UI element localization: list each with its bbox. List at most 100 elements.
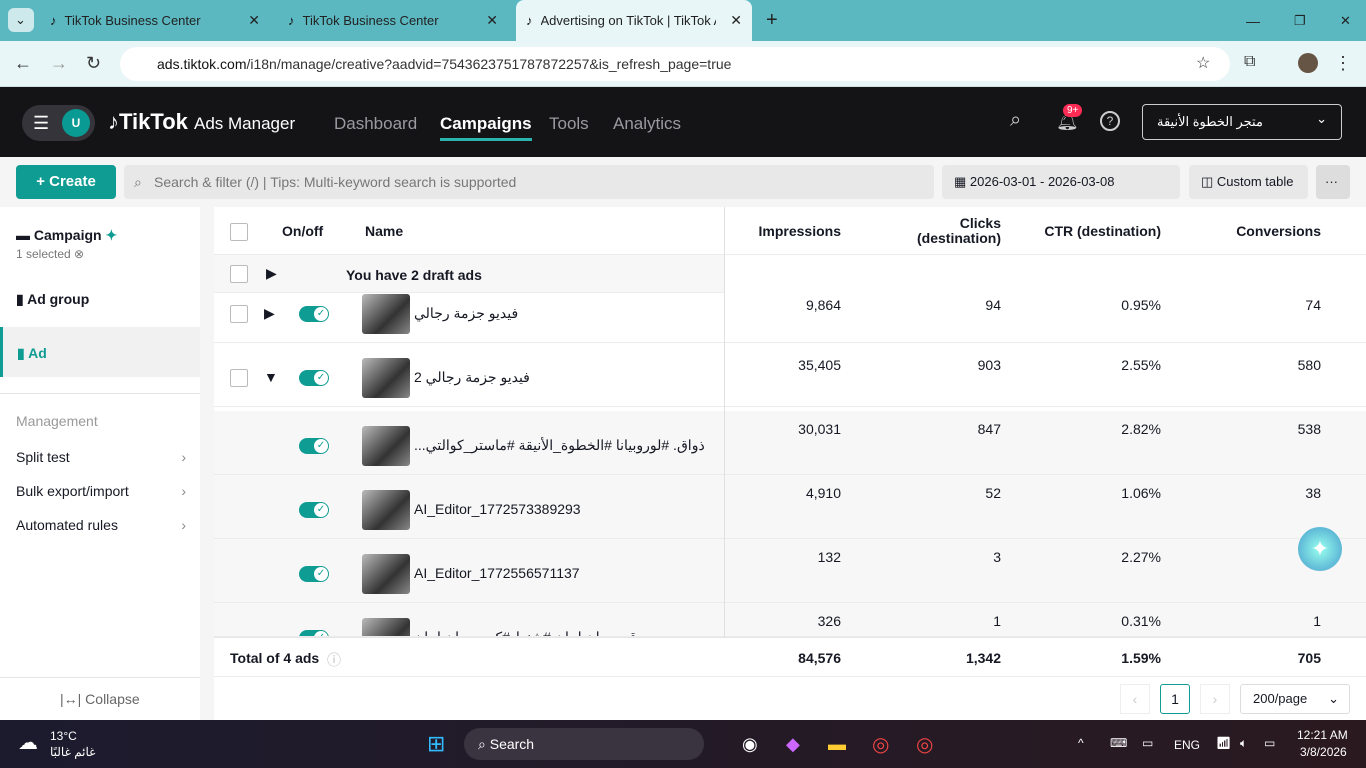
ad-name[interactable]: AI_Editor_1772573389293 <box>414 501 714 517</box>
ad-status-toggle[interactable] <box>299 438 329 454</box>
table-row[interactable]: ...ذواق. #لوروبيانا #الخطوة_الأنيقة #ماس… <box>214 411 1366 475</box>
tab-search-button[interactable]: ⌄ <box>8 8 34 32</box>
forward-icon[interactable]: → <box>50 53 68 74</box>
ad-status-toggle[interactable] <box>299 306 329 322</box>
ad-thumbnail[interactable] <box>362 358 410 398</box>
ad-name[interactable]: AI_Editor_1772556571137 <box>414 565 714 581</box>
keyboard-icon[interactable]: ⌨ <box>1110 736 1127 750</box>
wifi-icon[interactable]: 📶︎ <box>1216 736 1231 750</box>
ad-thumbnail[interactable] <box>362 426 410 466</box>
close-window-button[interactable]: ✕ <box>1330 6 1361 35</box>
column-clicks[interactable]: Clicks (destination) <box>904 216 1001 246</box>
chrome-icon[interactable]: ◎ <box>872 732 889 757</box>
ad-thumbnail[interactable] <box>362 554 410 594</box>
create-button[interactable]: + Create <box>16 165 116 199</box>
ad-status-toggle[interactable] <box>299 370 329 386</box>
row-checkbox[interactable] <box>230 305 248 323</box>
nav-dashboard[interactable]: Dashboard <box>334 114 417 134</box>
language-indicator[interactable]: ENG <box>1174 738 1200 752</box>
select-all-checkbox[interactable] <box>230 223 248 241</box>
chevron-up-icon[interactable]: ^ <box>1078 736 1084 750</box>
close-icon[interactable]: ✕ <box>248 12 260 29</box>
ad-status-toggle[interactable] <box>299 630 329 636</box>
collapse-icon[interactable]: ▼ <box>264 369 278 385</box>
file-explorer-icon[interactable]: ▬ <box>828 734 846 755</box>
nav-analytics[interactable]: Analytics <box>613 114 681 134</box>
clock-time[interactable]: 12:21 AM <box>1297 728 1348 742</box>
table-row[interactable]: AI_Editor_1772573389293 4,910 52 1.06% 38 <box>214 475 1366 539</box>
date-range-picker[interactable]: ▦ 2026-03-01 - 2026-03-08 <box>942 165 1180 199</box>
prev-page-button[interactable]: ‹ <box>1120 684 1150 714</box>
sidebar-item-bulk-export[interactable]: Bulk export/import › <box>16 483 186 499</box>
url-input[interactable]: ads.tiktok.com/i18n/manage/creative?aadv… <box>120 47 1230 81</box>
page-1-button[interactable]: 1 <box>1160 684 1190 714</box>
star-icon[interactable]: ☆ <box>1196 53 1210 73</box>
tab-1[interactable]: ♪ TikTok Business Center ✕ <box>40 6 270 35</box>
next-page-button[interactable]: › <box>1200 684 1230 714</box>
ad-status-toggle[interactable] <box>299 566 329 582</box>
column-conversions[interactable]: Conversions <box>1201 223 1321 239</box>
volume-icon[interactable]: 🔈︎ <box>1240 736 1247 751</box>
tab-2[interactable]: ♪ TikTok Business Center ✕ <box>278 6 508 35</box>
more-button[interactable]: ··· <box>1316 165 1350 199</box>
custom-table-button[interactable]: ◫ Custom table <box>1189 165 1308 199</box>
help-icon[interactable]: ⓘ <box>327 650 341 670</box>
search-icon[interactable]: ⌕ <box>1010 109 1021 132</box>
extensions-icon[interactable]: ⧉ <box>1244 53 1255 71</box>
sidebar-item-automated-rules[interactable]: Automated rules › <box>16 517 186 533</box>
minimize-button[interactable]: — <box>1236 6 1270 35</box>
account-selector[interactable]: متجر الخطوة الأنيقة ⌄ <box>1142 104 1342 140</box>
expand-icon[interactable]: ▶ <box>264 305 275 322</box>
ad-name[interactable]: فيديو جزمة رجالي <box>414 305 714 322</box>
search-input[interactable]: ⌕ Search & filter (/) | Tips: Multi-keywo… <box>124 165 934 199</box>
battery-icon[interactable]: ▭ <box>1264 736 1275 750</box>
ad-thumbnail[interactable] <box>362 618 410 636</box>
reload-icon[interactable]: ↻ <box>86 53 101 74</box>
edge-icon[interactable]: ◉ <box>742 734 758 755</box>
page-size-select[interactable]: 200/page ⌄ <box>1240 684 1350 714</box>
clear-icon[interactable]: ⊗ <box>74 247 84 261</box>
ad-name[interactable]: فيديو جزمة رجالي 2 <box>414 369 714 386</box>
row-checkbox[interactable] <box>230 265 248 283</box>
ad-thumbnail[interactable] <box>362 294 410 334</box>
expand-icon[interactable]: ▶ <box>266 265 277 282</box>
maximize-button[interactable]: ❐ <box>1284 6 1316 35</box>
chrome-profile-icon[interactable]: ◎ <box>916 732 933 757</box>
ad-status-toggle[interactable] <box>299 502 329 518</box>
column-ctr[interactable]: CTR (destination) <box>1021 223 1161 239</box>
table-row[interactable]: ▶ فيديو جزمة رجالي 9,864 94 0.95% 74 <box>214 293 1366 343</box>
menu-button[interactable]: ☰ U <box>22 105 95 141</box>
ad-name[interactable]: ...ذواق. #لوروبيانا #الخطوة_الأنيقة #ماس… <box>414 437 714 454</box>
help-icon[interactable]: ? <box>1100 111 1120 131</box>
taskbar-search[interactable]: ⌕ Search <box>464 728 704 760</box>
ad-thumbnail[interactable] <box>362 490 410 530</box>
profile-avatar[interactable] <box>1298 53 1318 73</box>
windows-start-icon[interactable]: ⊞ <box>427 731 445 757</box>
column-impressions[interactable]: Impressions <box>721 223 841 239</box>
clock-date[interactable]: 3/8/2026 <box>1300 745 1347 759</box>
nav-campaigns[interactable]: Campaigns <box>440 114 532 141</box>
draft-row[interactable]: ▶ You have 2 draft ads <box>214 255 724 293</box>
close-icon[interactable]: ✕ <box>730 12 742 29</box>
collapse-button[interactable]: |↔| Collapse <box>60 691 140 707</box>
ad-name[interactable]: قم بسان لمان #شنط #كعب سان لمان <box>414 629 714 636</box>
close-icon[interactable]: ✕ <box>486 12 498 29</box>
sidebar-item-campaign[interactable]: ▬ Campaign ✦ <box>16 227 117 244</box>
sidebar-item-split-test[interactable]: Split test › <box>16 449 186 465</box>
ai-assistant-button[interactable]: ✦ <box>1298 527 1342 571</box>
menu-icon[interactable]: ⋮ <box>1334 53 1352 74</box>
logo[interactable]: ♪TikTok Ads Manager <box>108 109 295 135</box>
tab-3[interactable]: ♪ Advertising on TikTok | TikTok A ✕ <box>516 0 752 41</box>
row-checkbox[interactable] <box>230 369 248 387</box>
new-tab-button[interactable]: + <box>756 6 788 35</box>
sidebar-item-ad[interactable]: ▮ Ad <box>0 327 200 377</box>
nav-tools[interactable]: Tools <box>549 114 589 134</box>
copilot-icon[interactable]: ◆ <box>786 734 800 755</box>
sidebar-item-ad-group[interactable]: ▮ Ad group <box>16 291 89 308</box>
table-row[interactable]: قم بسان لمان #شنط #كعب سان لمان 326 1 0.31%… <box>214 603 1366 637</box>
layout-icon[interactable]: ▭ <box>1142 736 1153 750</box>
column-name[interactable]: Name <box>365 223 403 239</box>
table-row[interactable]: AI_Editor_1772556571137 132 3 2.27% <box>214 539 1366 603</box>
table-row[interactable]: ▼ فيديو جزمة رجالي 2 35,405 903 2.55% 580 <box>214 347 1366 407</box>
back-icon[interactable]: ← <box>14 53 32 74</box>
